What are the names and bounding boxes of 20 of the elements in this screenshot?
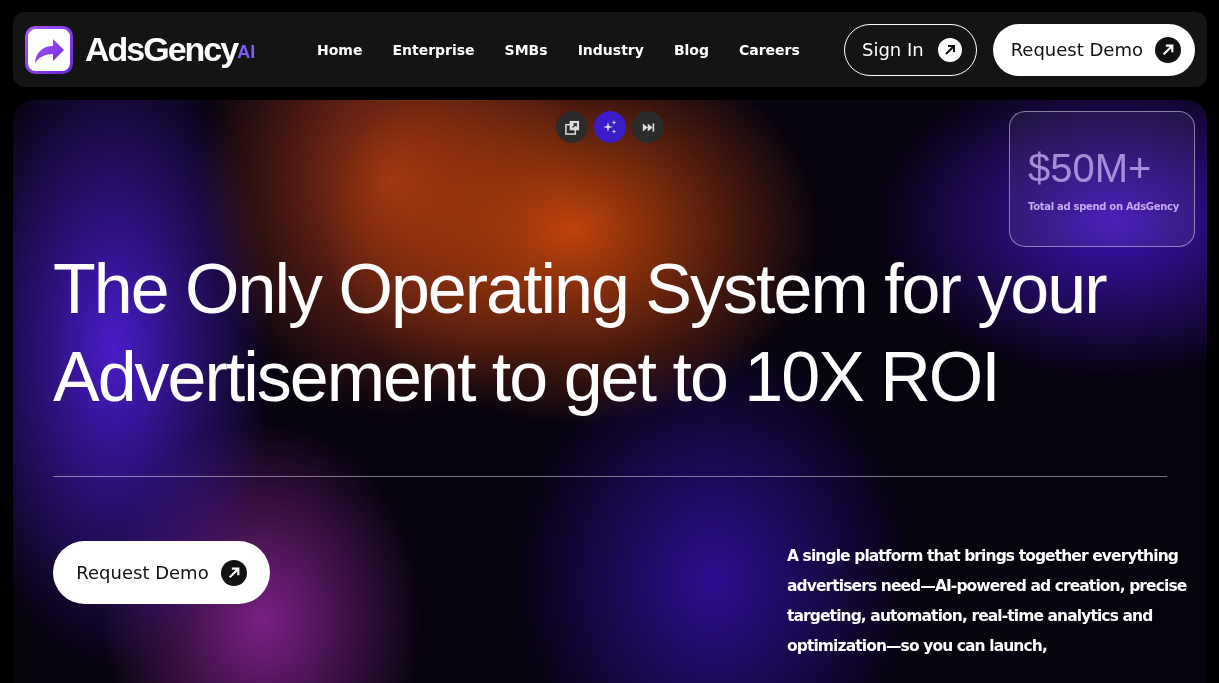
nav-link[interactable]: Careers xyxy=(739,41,800,58)
skip-tool-button[interactable] xyxy=(632,111,664,143)
sparkle-icon xyxy=(602,119,618,135)
copy-icon xyxy=(564,119,580,135)
layers-tool-button[interactable] xyxy=(556,111,588,143)
nav-link[interactable]: Blog xyxy=(673,41,709,58)
sparkle-tool-button[interactable] xyxy=(594,111,626,143)
request-demo-button[interactable]: Request Demo xyxy=(992,23,1195,76)
nav-link[interactable]: Home xyxy=(317,41,363,58)
brand-name[interactable]: AdsGency xyxy=(85,30,238,69)
nav-link[interactable]: Enterprise xyxy=(392,41,475,58)
nav-link[interactable]: Industry xyxy=(577,41,644,58)
skip-forward-icon xyxy=(641,120,655,134)
headline: The Only Operating System for your xyxy=(53,249,1107,330)
nav-link[interactable]: SMBs xyxy=(504,41,548,58)
description-text: A single platform that brings together everything advertisers need—AI-powered ad creation, precise targeting, automation, real-time analytics and optimization—so you can launch, xyxy=(787,546,1187,657)
brand-suffix-text: AI xyxy=(237,42,256,62)
logo-icon xyxy=(25,25,73,74)
stat-value: $50M+ xyxy=(1028,146,1153,191)
request-demo-button[interactable]: Request Demo xyxy=(53,541,270,604)
